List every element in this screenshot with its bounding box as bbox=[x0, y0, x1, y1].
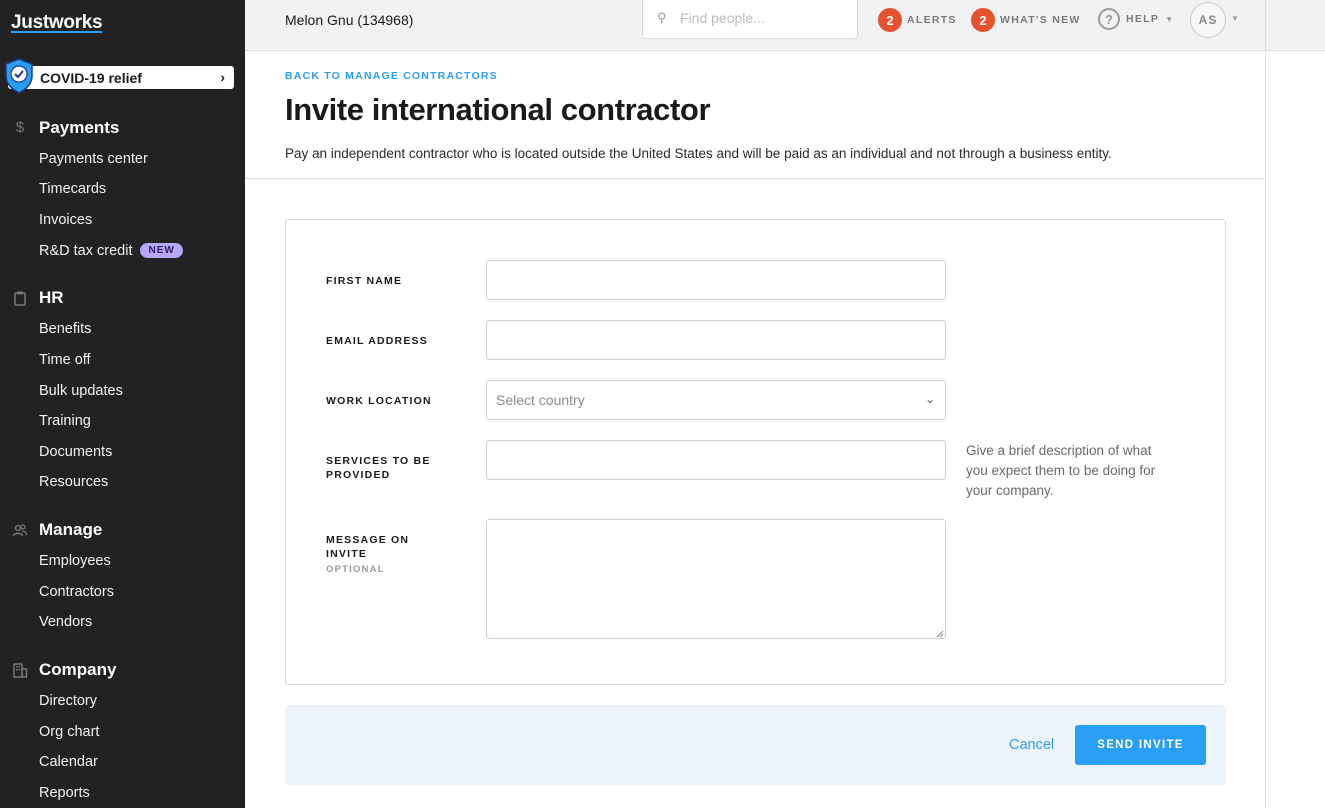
page-description: Pay an independent contractor who is loc… bbox=[285, 146, 1112, 161]
sidebar-item-documents[interactable]: Documents bbox=[39, 444, 112, 460]
message-label-text: MESSAGE ON INVITE bbox=[326, 534, 410, 560]
nav-heading-label: HR bbox=[39, 288, 64, 307]
nav-heading-manage[interactable]: Manage bbox=[0, 518, 245, 542]
services-field[interactable] bbox=[486, 440, 946, 480]
message-label: MESSAGE ON INVITE OPTIONAL bbox=[326, 533, 446, 577]
nav-heading-label: Manage bbox=[39, 520, 103, 539]
first-name-label: FIRST NAME bbox=[326, 275, 403, 287]
sidebar-item-resources[interactable]: Resources bbox=[39, 474, 108, 490]
search-input[interactable]: ⚲ Find people... bbox=[642, 0, 858, 39]
nav-section-payments: $ Payments bbox=[0, 116, 245, 140]
back-to-manage-contractors-link[interactable]: BACK TO MANAGE CONTRACTORS bbox=[285, 70, 498, 82]
optional-label: OPTIONAL bbox=[326, 564, 385, 575]
dollar-icon: $ bbox=[15, 119, 25, 136]
chevron-right-icon: › bbox=[220, 69, 225, 85]
sidebar-item-benefits[interactable]: Benefits bbox=[39, 321, 91, 337]
sidebar-item-vendors[interactable]: Vendors bbox=[39, 614, 92, 630]
whats-new-button[interactable]: 2 WHAT'S NEW bbox=[971, 8, 1081, 32]
divider bbox=[1265, 0, 1266, 51]
building-icon bbox=[13, 663, 28, 678]
alerts-count-badge: 2 bbox=[878, 8, 902, 32]
help-icon: ? bbox=[1098, 8, 1120, 30]
nav-section-company: Company bbox=[0, 658, 245, 682]
nav-heading-hr[interactable]: HR bbox=[0, 286, 245, 310]
form-footer: Cancel SEND INVITE bbox=[285, 705, 1226, 785]
clipboard-icon bbox=[14, 291, 26, 306]
help-button[interactable]: ? HELP ▼ bbox=[1098, 8, 1173, 30]
sidebar-item-training[interactable]: Training bbox=[39, 413, 91, 429]
search-placeholder: Find people... bbox=[680, 10, 765, 26]
people-icon bbox=[12, 524, 28, 537]
covid-relief-link[interactable]: COVID-19 relief › bbox=[5, 58, 234, 94]
work-location-select[interactable]: Select country ⌄ bbox=[486, 380, 946, 420]
sidebar-item-contractors[interactable]: Contractors bbox=[39, 584, 114, 600]
whats-new-label: WHAT'S NEW bbox=[1000, 14, 1081, 26]
invite-form-card: FIRST NAME EMAIL ADDRESS WORK LOCATION S… bbox=[285, 219, 1226, 685]
covid-relief-label: COVID-19 relief bbox=[40, 69, 142, 86]
sidebar-item-reports[interactable]: Reports bbox=[39, 785, 90, 801]
help-label: HELP bbox=[1126, 13, 1160, 25]
sidebar-item-payments-center[interactable]: Payments center bbox=[39, 151, 148, 167]
cancel-button[interactable]: Cancel bbox=[1009, 737, 1054, 753]
nav-heading-company[interactable]: Company bbox=[0, 658, 245, 682]
alerts-button[interactable]: 2 ALERTS bbox=[878, 8, 957, 32]
search-icon: ⚲ bbox=[657, 10, 667, 25]
justworks-logo[interactable]: Justworks bbox=[11, 12, 103, 34]
sidebar-item-time-off[interactable]: Time off bbox=[39, 352, 91, 368]
work-location-label: WORK LOCATION bbox=[326, 395, 432, 407]
resize-grip-icon[interactable] bbox=[934, 628, 944, 638]
sidebar-item-label: R&D tax credit bbox=[39, 243, 133, 259]
nav-heading-label: Payments bbox=[39, 118, 120, 137]
nav-section-manage: Manage bbox=[0, 518, 245, 542]
page-title: Invite international contractor bbox=[285, 92, 711, 127]
avatar[interactable]: AS bbox=[1190, 2, 1226, 38]
services-label: SERVICES TO BE PROVIDED bbox=[326, 455, 431, 481]
work-location-placeholder: Select country bbox=[496, 392, 585, 408]
message-textarea[interactable] bbox=[486, 519, 946, 639]
sidebar: Justworks COVID-19 relief › $ Payments P… bbox=[0, 0, 245, 808]
send-invite-button[interactable]: SEND INVITE bbox=[1075, 725, 1206, 765]
alerts-label: ALERTS bbox=[907, 14, 957, 26]
sidebar-item-bulk-updates[interactable]: Bulk updates bbox=[39, 383, 123, 399]
sidebar-item-timecards[interactable]: Timecards bbox=[39, 181, 106, 197]
right-rail bbox=[1265, 51, 1325, 808]
email-address-label: EMAIL ADDRESS bbox=[326, 335, 428, 347]
caret-down-icon[interactable]: ▼ bbox=[1231, 14, 1239, 23]
company-name[interactable]: Melon Gnu (134968) bbox=[285, 12, 413, 28]
sidebar-item-invoices[interactable]: Invoices bbox=[39, 212, 92, 228]
nav-heading-label: Company bbox=[39, 660, 117, 679]
sidebar-item-directory[interactable]: Directory bbox=[39, 693, 97, 709]
email-field[interactable] bbox=[486, 320, 946, 360]
sidebar-item-rd-tax-credit[interactable]: R&D tax credit NEW bbox=[39, 243, 183, 259]
sidebar-item-org-chart[interactable]: Org chart bbox=[39, 724, 99, 740]
first-name-field[interactable] bbox=[486, 260, 946, 300]
top-bar: Melon Gnu (134968) ⚲ Find people... 2 AL… bbox=[245, 0, 1325, 51]
divider bbox=[245, 178, 1266, 179]
sidebar-item-employees[interactable]: Employees bbox=[39, 553, 111, 569]
shield-check-icon bbox=[5, 58, 33, 94]
chevron-down-icon: ⌄ bbox=[924, 392, 935, 406]
new-badge: NEW bbox=[140, 243, 183, 258]
sidebar-item-calendar[interactable]: Calendar bbox=[39, 754, 98, 770]
nav-section-hr: HR bbox=[0, 286, 245, 310]
caret-down-icon: ▼ bbox=[1165, 14, 1174, 24]
whats-new-count-badge: 2 bbox=[971, 8, 995, 32]
nav-heading-payments[interactable]: $ Payments bbox=[0, 116, 245, 140]
services-hint: Give a brief description of what you exp… bbox=[966, 443, 1156, 498]
